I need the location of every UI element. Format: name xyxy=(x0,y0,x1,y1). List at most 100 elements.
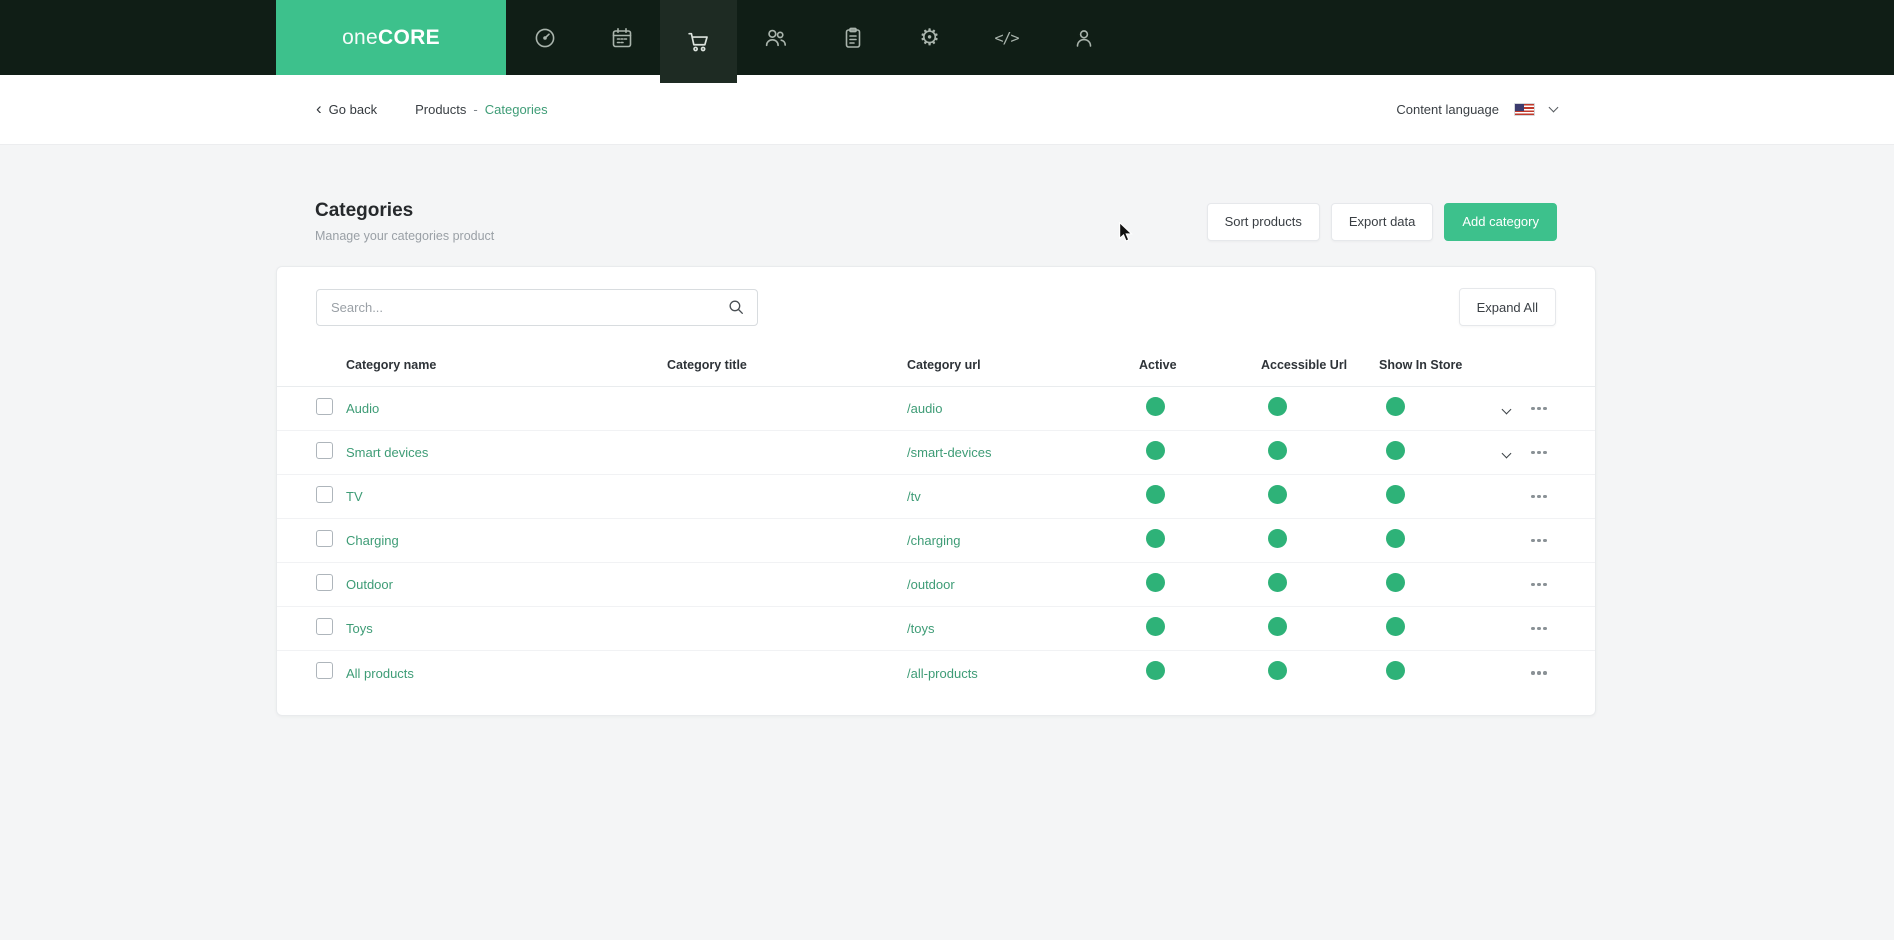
row-menu-button[interactable] xyxy=(1531,626,1571,631)
page-subtitle: Manage your categories product xyxy=(315,229,495,243)
row-checkbox[interactable] xyxy=(316,529,333,547)
content-language-selector[interactable]: Content language xyxy=(1396,102,1559,117)
table-row: All products /all-products xyxy=(277,651,1595,695)
nav-tab-calendar[interactable] xyxy=(583,0,660,75)
show-in-store-status-dot xyxy=(1386,572,1405,592)
col-category-name: Category name xyxy=(346,357,437,372)
active-status-dot xyxy=(1146,616,1165,636)
nav-tab-orders[interactable] xyxy=(814,0,891,75)
calendar-icon xyxy=(610,26,634,50)
nav-tab-customers[interactable] xyxy=(737,0,814,75)
show-in-store-status-dot xyxy=(1386,616,1405,636)
category-url-link[interactable]: /toys xyxy=(907,621,1139,636)
nav-tab-developer[interactable]: </> xyxy=(968,0,1045,75)
row-menu-button[interactable] xyxy=(1531,671,1571,675)
nav-tab-settings[interactable]: ⚙ xyxy=(891,0,968,75)
active-status-dot xyxy=(1146,440,1165,460)
col-category-title: Category title xyxy=(667,357,747,372)
category-name-link[interactable]: Outdoor xyxy=(346,577,667,592)
accessible-url-status-dot xyxy=(1268,396,1287,416)
category-url-link[interactable]: /tv xyxy=(907,489,1139,504)
orders-icon xyxy=(841,26,865,50)
navbar-spacer xyxy=(0,0,276,75)
breadcrumb-categories: Categories xyxy=(484,102,548,117)
show-in-store-status-dot xyxy=(1386,440,1405,460)
table-row: Charging /charging xyxy=(277,519,1595,563)
table-header-row: Category name Category title Category ur… xyxy=(277,343,1595,387)
category-url-link[interactable]: /all-products xyxy=(907,666,1139,681)
search-box xyxy=(316,288,758,326)
category-name-link[interactable]: Audio xyxy=(346,401,667,416)
col-accessible-url: Accessible Url xyxy=(1261,357,1348,372)
chevron-left-icon: ‹ xyxy=(316,99,322,118)
expand-all-button[interactable]: Expand All xyxy=(1458,288,1556,326)
table-row: Outdoor /outdoor xyxy=(277,563,1595,607)
categories-card: Expand All Category name Category title … xyxy=(276,266,1596,716)
users-icon xyxy=(763,25,788,50)
accessible-url-status-dot xyxy=(1268,484,1287,504)
sort-products-button[interactable]: Sort products xyxy=(1206,202,1320,241)
page-actions: Sort products Export data Add category xyxy=(1206,202,1557,241)
category-name-link[interactable]: Toys xyxy=(346,621,667,636)
content-language-label: Content language xyxy=(1396,102,1499,117)
code-icon: </> xyxy=(994,28,1019,47)
brand-prefix: one xyxy=(342,25,379,49)
accessible-url-status-dot xyxy=(1268,440,1287,460)
page-header: Categories Manage your categories produc… xyxy=(276,200,1596,243)
breadcrumb-bar: ‹ Go back Products - Categories Content … xyxy=(0,75,1894,145)
chevron-down-icon xyxy=(1548,102,1559,113)
search-icon[interactable] xyxy=(727,298,745,316)
main-nav: ⚙ </> xyxy=(506,0,1122,83)
row-expand-chevron[interactable] xyxy=(1501,404,1512,414)
breadcrumb: Products - Categories xyxy=(415,102,548,117)
nav-tab-products[interactable] xyxy=(660,0,737,83)
table-row: Smart devices /smart-devices xyxy=(277,431,1595,475)
row-menu-button[interactable] xyxy=(1531,494,1571,499)
col-category-url: Category url xyxy=(907,357,981,372)
export-data-button[interactable]: Export data xyxy=(1330,202,1434,241)
col-show-in-store: Show In Store xyxy=(1379,357,1463,372)
dashboard-icon xyxy=(533,26,557,50)
row-checkbox[interactable] xyxy=(316,485,333,503)
row-checkbox[interactable] xyxy=(316,617,333,635)
category-name-link[interactable]: Smart devices xyxy=(346,445,667,460)
row-checkbox[interactable] xyxy=(316,662,333,679)
show-in-store-status-dot xyxy=(1386,484,1405,504)
show-in-store-status-dot xyxy=(1386,661,1405,680)
row-expand-chevron[interactable] xyxy=(1501,448,1512,458)
brand-suffix: CORE xyxy=(378,25,440,49)
card-toolbar: Expand All xyxy=(277,288,1595,326)
category-url-link[interactable]: /outdoor xyxy=(907,577,1139,592)
category-name-link[interactable]: All products xyxy=(346,666,667,681)
row-menu-button[interactable] xyxy=(1531,450,1571,455)
row-checkbox[interactable] xyxy=(316,573,333,591)
accessible-url-status-dot xyxy=(1268,661,1287,680)
row-menu-button[interactable] xyxy=(1531,582,1571,587)
active-status-dot xyxy=(1146,528,1165,548)
row-checkbox[interactable] xyxy=(316,397,333,415)
category-url-link[interactable]: /charging xyxy=(907,533,1139,548)
accessible-url-status-dot xyxy=(1268,528,1287,548)
brand-logo[interactable]: one CORE xyxy=(276,0,506,75)
category-name-link[interactable]: TV xyxy=(346,489,667,504)
row-checkbox[interactable] xyxy=(316,441,333,459)
row-menu-button[interactable] xyxy=(1531,406,1571,411)
gear-icon: ⚙ xyxy=(919,24,940,50)
nav-tab-account[interactable] xyxy=(1045,0,1122,75)
nav-tab-dashboard[interactable] xyxy=(506,0,583,75)
row-menu-button[interactable] xyxy=(1531,538,1571,543)
go-back-button[interactable]: ‹ Go back xyxy=(316,99,377,118)
categories-table: Category name Category title Category ur… xyxy=(277,343,1595,695)
active-status-dot xyxy=(1146,661,1165,680)
table-row: Toys /toys xyxy=(277,607,1595,651)
category-url-link[interactable]: /audio xyxy=(907,401,1139,416)
search-input[interactable] xyxy=(316,288,758,326)
col-active: Active xyxy=(1139,357,1177,372)
page-title-block: Categories Manage your categories produc… xyxy=(315,200,494,243)
breadcrumb-products[interactable]: Products xyxy=(415,102,466,117)
active-status-dot xyxy=(1146,572,1165,592)
table-row: Audio /audio xyxy=(277,387,1595,431)
category-url-link[interactable]: /smart-devices xyxy=(907,445,1139,460)
category-name-link[interactable]: Charging xyxy=(346,533,667,548)
add-category-button[interactable]: Add category xyxy=(1444,202,1557,241)
